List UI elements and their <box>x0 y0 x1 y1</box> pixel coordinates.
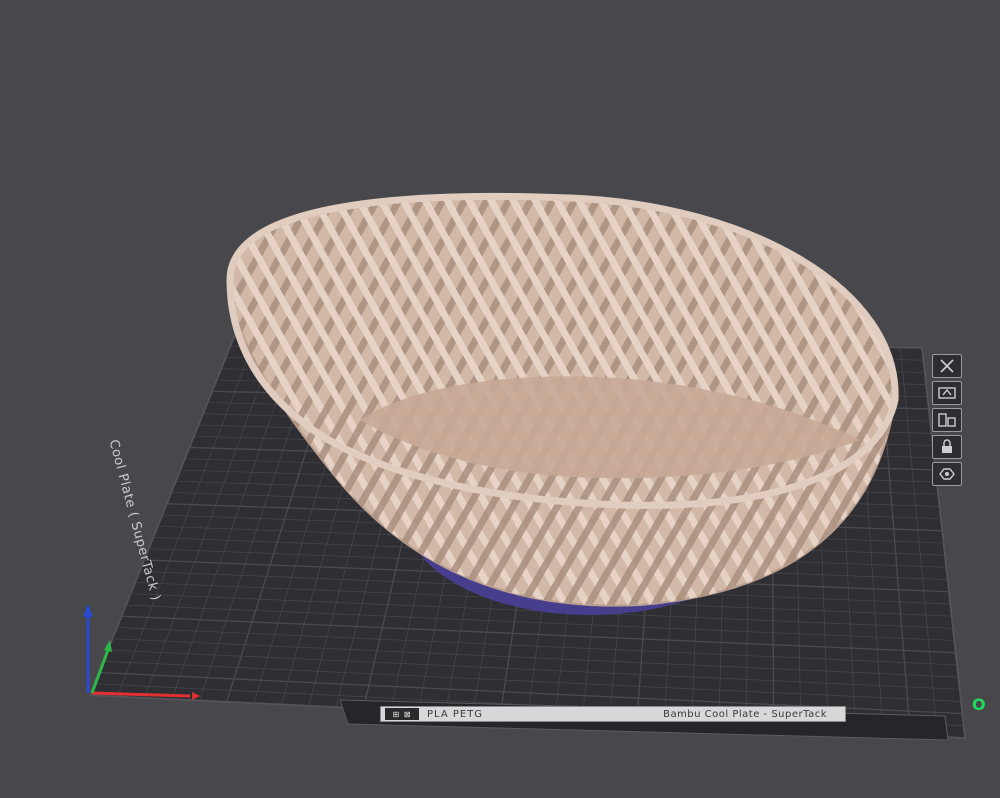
close-plate-button[interactable] <box>932 354 962 378</box>
weave-strand <box>0 180 102 640</box>
arrange-plate-button[interactable] <box>932 381 962 405</box>
arrange-icon <box>938 387 956 399</box>
plate-type-label: Bambu Cool Plate - SuperTack <box>663 708 827 720</box>
weave-strand <box>0 180 80 640</box>
weave-strand <box>0 180 146 640</box>
plate-material-label: PLA PETG <box>427 708 484 720</box>
settings-icon <box>939 468 955 480</box>
build-scene[interactable] <box>0 0 1000 798</box>
orient-plate-button[interactable] <box>932 408 962 432</box>
weave-strand <box>0 180 36 640</box>
plate-settings-button[interactable] <box>932 462 962 486</box>
lock-plate-button[interactable] <box>932 435 962 459</box>
weave-strand <box>0 180 58 640</box>
weave-strand <box>964 180 1000 640</box>
weave-strand <box>0 180 58 640</box>
weave-strand <box>0 180 146 640</box>
plate-info-strip: ⊞ ⊠ PLA PETG Bambu Cool Plate - SuperTac… <box>380 706 846 722</box>
weave-strand <box>964 180 1000 640</box>
weave-strand <box>0 180 14 640</box>
weave-strand <box>0 180 124 640</box>
weave-strand <box>986 180 1000 640</box>
weave-strand <box>0 180 36 640</box>
3d-viewport[interactable]: Cool Plate ( SuperTack ) ⊞ ⊠ PLA PETG Ba… <box>0 0 1000 798</box>
close-icon <box>940 359 954 373</box>
weave-strand <box>0 180 80 640</box>
axis-origin-label: O <box>972 695 986 714</box>
lock-icon <box>942 439 952 453</box>
weave-strand <box>986 180 1000 640</box>
weave-strand <box>0 180 124 640</box>
weave-strand <box>0 180 14 640</box>
bambu-logo: ⊞ ⊠ <box>385 708 419 720</box>
orient-icon <box>938 413 956 427</box>
weave-strand <box>0 180 102 640</box>
